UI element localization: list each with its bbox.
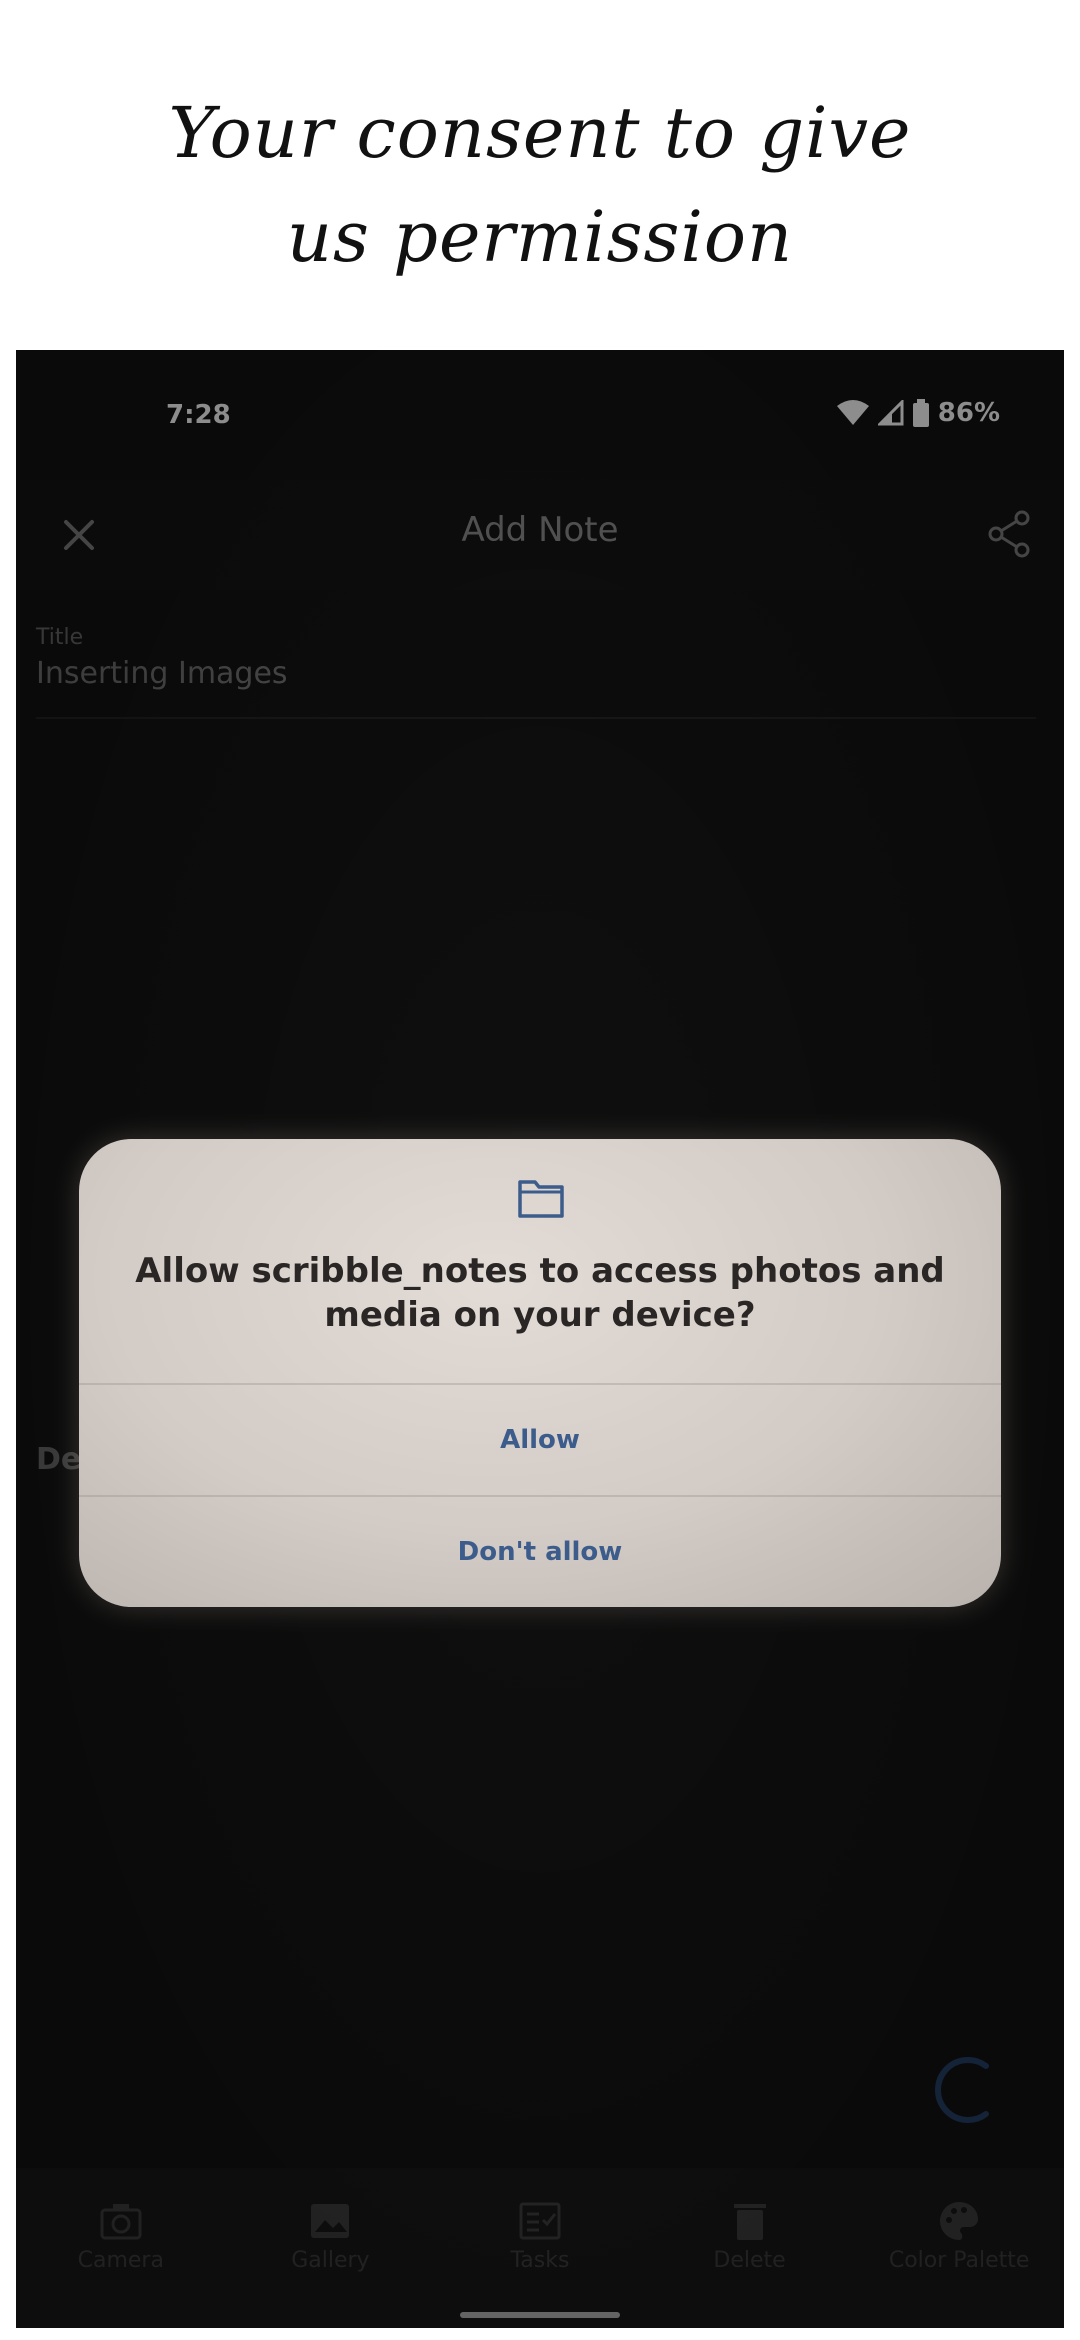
share-icon[interactable] <box>982 506 1038 562</box>
description-label: De <box>36 1442 82 1477</box>
camera-icon <box>100 2204 142 2240</box>
title-value[interactable]: Inserting Images <box>36 656 1036 691</box>
trash-icon <box>733 2204 766 2240</box>
note-title-field[interactable]: Title Inserting Images <box>36 625 1036 719</box>
status-time: 7:28 <box>166 400 231 430</box>
image-icon <box>311 2204 350 2238</box>
toolbar-delete[interactable]: Delete <box>645 2168 855 2328</box>
toolbar-label: Color Palette <box>888 2248 1030 2273</box>
status-bar: 7:28 86% <box>16 350 1064 480</box>
caption-text: Your consent to give us permission <box>90 81 990 289</box>
toolbar-label: Camera <box>77 2248 164 2273</box>
dont-allow-button[interactable]: Don't allow <box>79 1495 1001 1607</box>
battery-icon <box>912 399 929 427</box>
toolbar-label: Tasks <box>510 2248 570 2273</box>
toolbar-color-palette[interactable]: Color Palette <box>854 2168 1064 2328</box>
caption-line-1: Your consent to give <box>168 92 912 174</box>
toolbar-gallery[interactable]: Gallery <box>226 2168 436 2328</box>
wifi-icon <box>836 400 869 425</box>
allow-button[interactable]: Allow <box>79 1383 1001 1495</box>
phone-screen: 7:28 86% Add Note Title Inserting Images… <box>16 350 1064 2328</box>
app-bar: Add Note <box>16 480 1064 590</box>
folder-icon <box>518 1180 564 1218</box>
loading-spinner-icon <box>935 2057 989 2123</box>
permission-dialog: Allow scribble_notes to access photos an… <box>79 1139 1001 1607</box>
title-label: Title <box>36 625 84 650</box>
caption-line-2: us permission <box>286 196 794 278</box>
dialog-message: Allow scribble_notes to access photos an… <box>135 1251 945 1335</box>
caption-banner: Your consent to give us permission <box>0 0 1080 350</box>
home-indicator[interactable] <box>460 2312 620 2318</box>
battery-percentage: 86% <box>937 398 1000 428</box>
toolbar-tasks[interactable]: Tasks <box>435 2168 645 2328</box>
status-icons: 86% <box>836 398 1000 428</box>
checklist-icon <box>519 2202 561 2240</box>
toolbar-label: Delete <box>713 2248 786 2273</box>
bottom-toolbar: Camera Gallery Tasks Delete Color Palett… <box>16 2168 1064 2328</box>
toolbar-camera[interactable]: Camera <box>16 2168 226 2328</box>
page-title: Add Note <box>461 510 619 550</box>
cellular-signal-icon <box>877 400 904 426</box>
toolbar-label: Gallery <box>291 2248 370 2273</box>
palette-icon <box>940 2202 979 2240</box>
